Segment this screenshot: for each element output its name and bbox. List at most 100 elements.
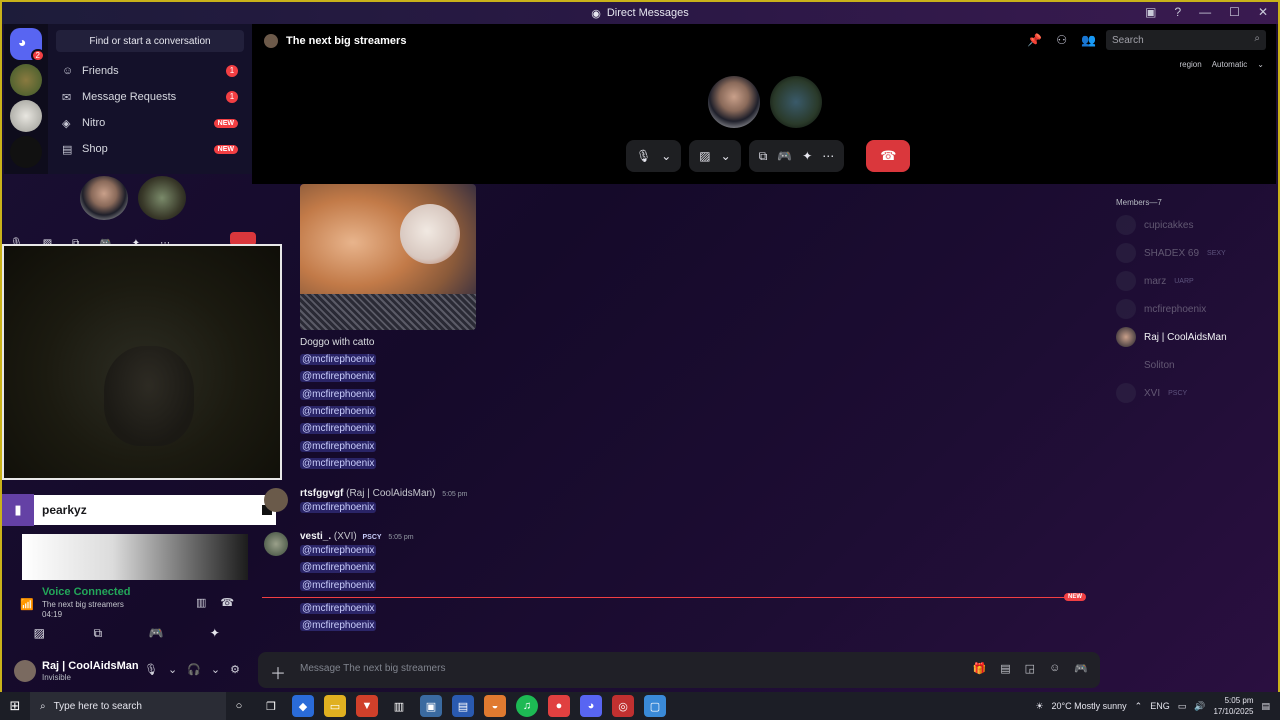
- home-button[interactable]: ◕ 2: [10, 28, 45, 62]
- user-mention[interactable]: @mcfirephoenix: [300, 502, 377, 513]
- chevron-down-icon[interactable]: ⌄: [211, 663, 220, 676]
- image-attachment[interactable]: [300, 184, 476, 330]
- microphone-icon[interactable]: 🎙: [144, 663, 158, 676]
- screen-share-icon[interactable]: ⧉: [759, 149, 768, 164]
- user-mention[interactable]: @mcfirephoenix: [300, 423, 377, 434]
- members-icon[interactable]: 👥: [1081, 33, 1096, 47]
- close-button[interactable]: ✕: [1258, 5, 1268, 19]
- mini-call-avatar[interactable]: [80, 176, 128, 220]
- sidebar-item-shop[interactable]: ▤ Shop NEW: [48, 136, 252, 162]
- file-explorer-icon[interactable]: ▭: [324, 695, 346, 717]
- gif-icon[interactable]: ▤: [1000, 662, 1010, 675]
- friends-count-badge: 1: [226, 65, 238, 77]
- more-icon[interactable]: ⋯: [822, 149, 834, 163]
- chevron-down-icon[interactable]: ⌄: [168, 663, 177, 676]
- member-item[interactable]: SHADEX 69 SEXY: [1116, 242, 1274, 264]
- inbox-icon[interactable]: ▣: [1145, 5, 1156, 19]
- maximize-button[interactable]: ☐: [1229, 5, 1240, 19]
- copilot-icon[interactable]: ◆: [292, 695, 314, 717]
- search-input[interactable]: Search ⌕: [1106, 30, 1266, 50]
- camera-toggle-button[interactable]: ▨: [19, 622, 59, 644]
- user-mention[interactable]: @mcfirephoenix: [300, 562, 377, 573]
- sticker-icon[interactable]: ◲: [1025, 662, 1035, 675]
- member-item[interactable]: Soliton: [1116, 354, 1274, 376]
- user-mention[interactable]: @mcfirephoenix: [300, 441, 377, 452]
- windows-start-icon[interactable]: ⊞: [0, 698, 30, 714]
- user-mention[interactable]: @mcfirephoenix: [300, 389, 377, 400]
- network-icon[interactable]: ▭: [1178, 701, 1187, 712]
- task-view-icon[interactable]: ❐: [260, 695, 282, 717]
- chevron-up-icon[interactable]: ⌃: [1135, 701, 1143, 712]
- app-icon[interactable]: ▣: [420, 695, 442, 717]
- minimize-button[interactable]: —: [1199, 5, 1211, 19]
- activity-button[interactable]: 🎮: [136, 622, 176, 644]
- avatar[interactable]: [14, 660, 36, 682]
- cortana-icon[interactable]: ○: [228, 695, 250, 717]
- brave-icon[interactable]: ▼: [356, 695, 378, 717]
- user-mention[interactable]: @mcfirephoenix: [300, 545, 377, 556]
- headphones-icon[interactable]: 🎧: [187, 663, 201, 676]
- sidebar-item-message-requests[interactable]: ✉ Message Requests 1: [48, 84, 252, 110]
- call-avatar[interactable]: [770, 76, 822, 128]
- clock[interactable]: 5:05 pm 17/10/2025: [1213, 695, 1253, 717]
- app-icon[interactable]: ▤: [452, 695, 474, 717]
- server-icon[interactable]: [10, 136, 42, 168]
- apps-icon[interactable]: 🎮: [1074, 662, 1088, 675]
- message-author[interactable]: rtsfggvgf (Raj | CoolAidsMan) 5:05 pm: [300, 488, 468, 499]
- user-mention[interactable]: @mcfirephoenix: [300, 603, 377, 614]
- mini-call-avatar[interactable]: [138, 176, 186, 220]
- message-author[interactable]: vesti_. (XVI) PSCY 5:05 pm: [300, 531, 414, 542]
- user-mention[interactable]: @mcfirephoenix: [300, 580, 377, 591]
- app-icon[interactable]: ▢: [644, 695, 666, 717]
- message-composer[interactable]: ＋ Message The next big streamers 🎁 ▤ ◲ ☺…: [258, 652, 1100, 688]
- camera-off-icon: ▨: [699, 149, 711, 163]
- camera-button[interactable]: ▨ ⌄: [689, 140, 741, 172]
- activity-icon[interactable]: 🎮: [777, 149, 792, 163]
- sidebar-item-nitro[interactable]: ◈ Nitro NEW: [48, 110, 252, 136]
- region-select[interactable]: region Automatic ⌄: [1179, 60, 1264, 69]
- server-icon[interactable]: [10, 100, 42, 132]
- settings-gear-icon[interactable]: ⚙: [230, 663, 240, 676]
- disconnect-icon[interactable]: ☎: [220, 596, 234, 609]
- user-mention[interactable]: @mcfirephoenix: [300, 371, 377, 382]
- discord-taskbar-icon[interactable]: ◕: [580, 695, 602, 717]
- noise-suppression-icon[interactable]: ▥: [196, 596, 206, 609]
- soundboard-button[interactable]: ✦: [195, 622, 235, 644]
- gift-icon[interactable]: 🎁: [973, 662, 987, 675]
- add-friends-icon[interactable]: ⚇: [1056, 33, 1067, 47]
- audio-app-icon[interactable]: ▥: [388, 695, 410, 717]
- obs-icon[interactable]: ◎: [612, 695, 634, 717]
- user-mention[interactable]: @mcfirephoenix: [300, 620, 377, 631]
- find-conversation-button[interactable]: Find or start a conversation: [56, 30, 244, 52]
- help-icon[interactable]: ?: [1174, 5, 1181, 19]
- pin-icon[interactable]: 📌: [1027, 33, 1042, 47]
- emoji-icon[interactable]: ☺: [1049, 662, 1060, 675]
- member-item[interactable]: marz UARP: [1116, 270, 1274, 292]
- volume-icon[interactable]: 🔊: [1194, 701, 1205, 712]
- user-mention[interactable]: @mcfirephoenix: [300, 458, 377, 469]
- sidebar-item-friends[interactable]: ☺ Friends 1: [48, 58, 252, 84]
- soundboard-icon[interactable]: ✦: [802, 149, 812, 163]
- spotify-icon[interactable]: ♫: [516, 695, 538, 717]
- member-item[interactable]: cupicakkes: [1116, 214, 1274, 236]
- message-input[interactable]: Message The next big streamers: [300, 663, 445, 674]
- phone-hangup-icon: ☎: [880, 148, 897, 163]
- member-item[interactable]: Raj | CoolAidsMan: [1116, 326, 1274, 348]
- call-avatar[interactable]: [708, 76, 760, 128]
- avatar[interactable]: [264, 488, 288, 512]
- user-mention[interactable]: @mcfirephoenix: [300, 354, 377, 365]
- avatar[interactable]: [264, 532, 288, 556]
- taskbar-search[interactable]: ⌕ Type here to search: [30, 692, 226, 720]
- server-icon[interactable]: [10, 64, 42, 96]
- app-icon[interactable]: ●: [548, 695, 570, 717]
- add-attachment-icon[interactable]: ＋: [270, 660, 286, 684]
- screen-share-button[interactable]: ⧉: [78, 622, 118, 644]
- notification-icon[interactable]: ▤: [1261, 701, 1270, 712]
- member-item[interactable]: mcfirephoenix: [1116, 298, 1274, 320]
- user-mention[interactable]: @mcfirephoenix: [300, 406, 377, 417]
- member-item[interactable]: XVI PSCY: [1116, 382, 1274, 404]
- mute-button[interactable]: 🎙 ⌄: [626, 140, 682, 172]
- app-icon[interactable]: ◒: [484, 695, 506, 717]
- app-window: ◉ Direct Messages ▣ ? — ☐ ✕ ◕ 2 Find or …: [0, 0, 1280, 692]
- disconnect-button[interactable]: ☎: [866, 140, 911, 172]
